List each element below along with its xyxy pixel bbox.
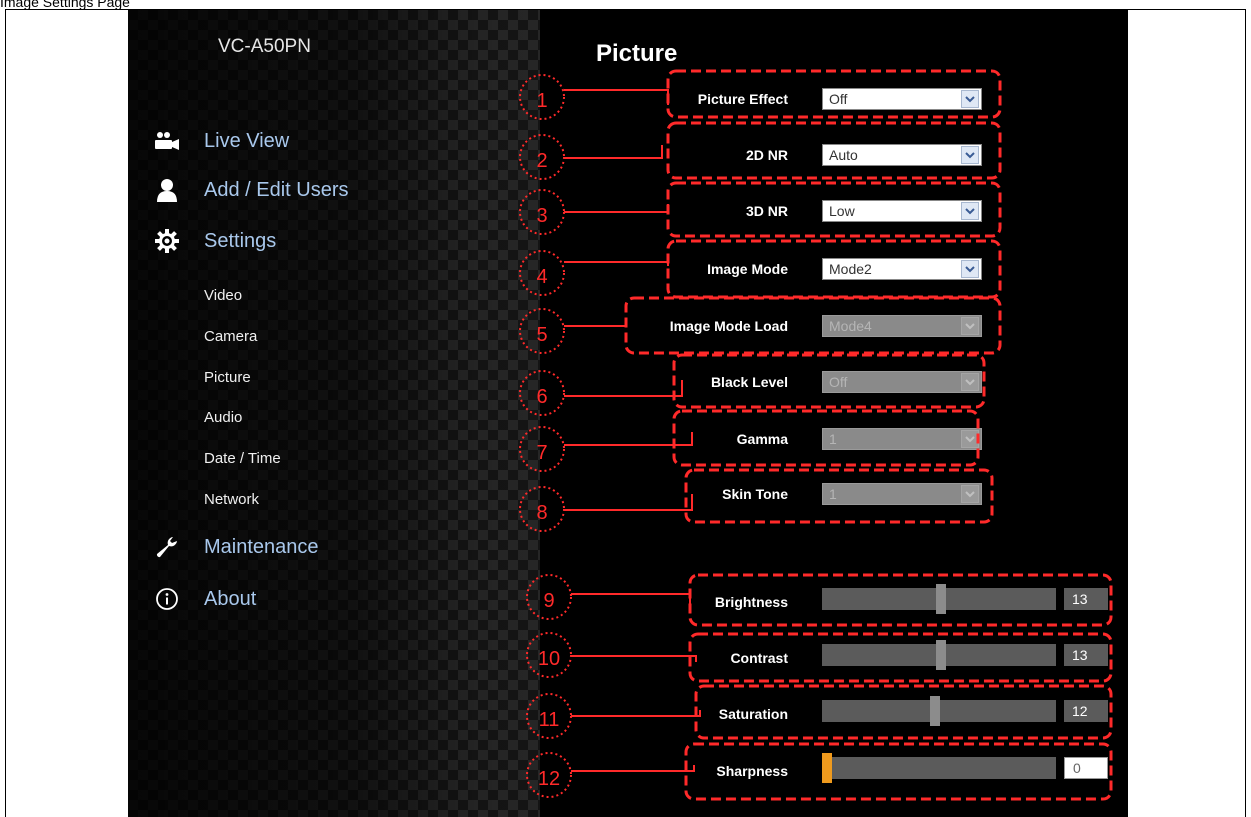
chevron-down-icon (961, 485, 979, 503)
skin-tone-value: 1 (829, 486, 837, 502)
settings-subitem-audio[interactable]: Audio (204, 409, 242, 426)
2d-nr-value: Auto (829, 147, 858, 163)
picture-effect-label: Picture Effect (697, 91, 788, 107)
settings-subitem-video[interactable]: Video (204, 287, 242, 304)
nav-live-view-label: Live View (204, 129, 290, 152)
page-title: Picture (596, 40, 678, 67)
nav-add-edit-users[interactable]: Add / Edit Users (154, 175, 349, 205)
image-mode-load-select[interactable]: Mode4 (822, 315, 982, 337)
nav-about-label: About (204, 587, 257, 610)
settings-subitem-picture[interactable]: Picture (204, 369, 251, 386)
2d-nr-select[interactable]: Auto (822, 144, 982, 166)
sharpness-slider-thumb[interactable] (822, 753, 832, 783)
black-level-value: Off (829, 374, 848, 390)
chevron-down-icon (961, 90, 979, 108)
image-mode-load-value: Mode4 (829, 318, 872, 334)
3d-nr-select[interactable]: Low (822, 200, 982, 222)
sharpness-slider-track[interactable] (822, 757, 1056, 779)
3d-nr-label: 3D NR (745, 203, 788, 219)
picture-effect-select[interactable]: Off (822, 88, 982, 110)
skin-tone-label: Skin Tone (722, 486, 788, 502)
image-mode-load-label: Image Mode Load (669, 318, 788, 334)
saturation-label: Saturation (718, 706, 788, 722)
chevron-down-icon (961, 202, 979, 220)
chevron-down-icon (961, 317, 979, 335)
2d-nr-label: 2D NR (745, 147, 788, 163)
chevron-down-icon (961, 146, 979, 164)
image-mode-label: Image Mode (707, 261, 788, 277)
picture-effect-value: Off (829, 91, 848, 107)
settings-subitem-network[interactable]: Network (204, 491, 259, 508)
saturation-slider-thumb[interactable] (929, 696, 940, 726)
chevron-down-icon (961, 260, 979, 278)
app-window: VC-A50PN Live View Add / Edit Users Sett… (128, 10, 1128, 817)
image-mode-select[interactable]: Mode2 (822, 258, 982, 280)
nav-maintenance[interactable]: Maintenance (154, 532, 319, 562)
image-mode-value: Mode2 (829, 261, 872, 277)
nav-add-edit-users-label: Add / Edit Users (204, 178, 349, 201)
contrast-label: Contrast (730, 650, 788, 666)
brightness-value: 13 (1064, 588, 1108, 610)
chevron-down-icon (961, 430, 979, 448)
user-icon (154, 177, 180, 203)
gamma-select[interactable]: 1 (822, 428, 982, 450)
settings-subitem-camera[interactable]: Camera (204, 328, 257, 345)
sharpness-label: Sharpness (716, 763, 788, 779)
nav-maintenance-label: Maintenance (204, 535, 319, 558)
saturation-value: 12 (1064, 700, 1108, 722)
camera-users-icon (154, 128, 180, 154)
skin-tone-select[interactable]: 1 (822, 483, 982, 505)
gamma-value: 1 (829, 431, 837, 447)
info-icon (154, 586, 180, 612)
brightness-label: Brightness (714, 594, 788, 610)
contrast-slider-thumb[interactable] (936, 640, 947, 670)
nav-about[interactable]: About (154, 584, 256, 614)
contrast-value: 13 (1064, 644, 1108, 666)
nav-settings-label: Settings (204, 229, 277, 252)
black-level-select[interactable]: Off (822, 371, 982, 393)
wrench-icon (154, 534, 180, 560)
black-level-label: Black Level (710, 374, 788, 390)
brightness-slider-thumb[interactable] (936, 584, 947, 614)
gear-icon (154, 228, 180, 254)
3d-nr-value: Low (829, 203, 855, 219)
device-name: VC-A50PN (218, 36, 311, 57)
nav-settings[interactable]: Settings (154, 226, 276, 256)
nav-live-view[interactable]: Live View (154, 126, 289, 156)
settings-subitem-date-time[interactable]: Date / Time (204, 450, 281, 467)
sharpness-value-input[interactable]: 0 (1064, 757, 1108, 779)
gamma-label: Gamma (736, 431, 788, 447)
chevron-down-icon (961, 373, 979, 391)
sidebar: VC-A50PN Live View Add / Edit Users Sett… (128, 10, 540, 817)
